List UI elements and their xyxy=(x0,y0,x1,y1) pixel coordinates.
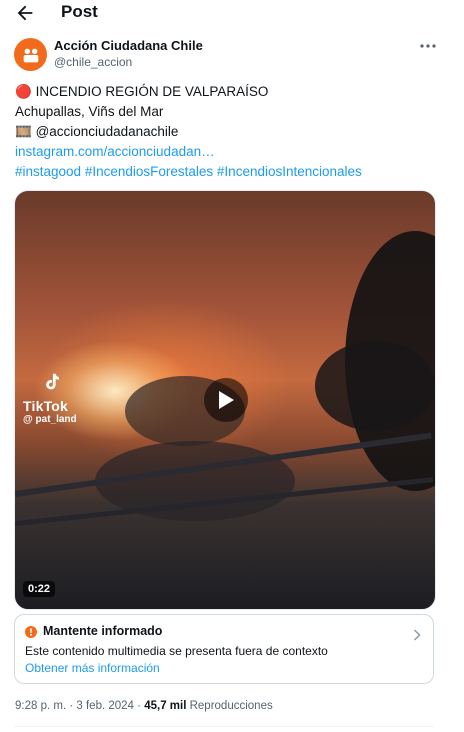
video-duration: 0:22 xyxy=(23,581,56,597)
divider xyxy=(14,726,434,727)
meta-separator: · xyxy=(137,700,141,712)
tweet-mention: @accionciudadanachile xyxy=(35,124,179,139)
author-name[interactable]: Acción Ciudadana Chile xyxy=(54,38,203,53)
video-player[interactable]: TikTok @ pat_land 0:22 xyxy=(14,190,436,610)
tiktok-label: TikTok xyxy=(23,398,69,414)
red-circle-emoji: 🔴 xyxy=(15,84,32,99)
play-button[interactable] xyxy=(204,378,248,422)
more-options-icon[interactable] xyxy=(418,38,438,54)
more-info-link[interactable]: Obtener más información xyxy=(25,661,160,675)
chevron-right-icon[interactable] xyxy=(413,629,421,641)
post-meta: 9:28 p. m. · 3 feb. 2024 · 45,7 mil Repr… xyxy=(15,700,273,712)
tweet-line-1: 🔴 INCENDIO REGIÓN DE VALPARAÍSO xyxy=(15,82,268,102)
post-time[interactable]: 9:28 p. m. xyxy=(15,700,66,712)
context-notice[interactable]: Mantente informado Este contenido multim… xyxy=(14,614,434,684)
tweet-line-2: Achupallas, Viñs del Mar xyxy=(15,104,164,119)
info-icon xyxy=(25,626,37,638)
views-label: Reproducciones xyxy=(189,700,273,712)
play-icon xyxy=(219,391,234,409)
page-title: Post xyxy=(61,2,98,21)
hashtag-instagood[interactable]: #instagood xyxy=(15,164,81,179)
notice-title: Mantente informado xyxy=(43,624,163,638)
views-count: 45,7 mil xyxy=(144,700,187,712)
camera-people-icon xyxy=(23,48,38,62)
tweet-headline: INCENDIO REGIÓN DE VALPARAÍSO xyxy=(35,84,269,99)
top-bar: Post xyxy=(0,0,464,26)
hashtag-incendios-forestales[interactable]: #IncendiosForestales xyxy=(85,164,213,179)
avatar[interactable] xyxy=(14,38,47,71)
hashtag-incendios-intencionales[interactable]: #IncendiosIntencionales xyxy=(217,164,362,179)
tiktok-user: @ pat_land xyxy=(23,414,77,425)
smoke-shape xyxy=(315,341,435,431)
tweet-link[interactable]: instagram.com/accionciudadan… xyxy=(15,142,215,162)
tweet-hashtags: #instagood #IncendiosForestales #Incendi… xyxy=(15,162,362,182)
tiktok-watermark: TikTok @ pat_land xyxy=(23,371,77,425)
author-handle[interactable]: @chile_accion xyxy=(54,55,132,69)
back-arrow-icon[interactable] xyxy=(14,2,36,24)
post-date[interactable]: 3 feb. 2024 xyxy=(76,700,134,712)
tiktok-logo-icon xyxy=(46,373,59,390)
notice-description: Este contenido multimedia se presenta fu… xyxy=(25,644,328,658)
film-frames-emoji: 🎞️ xyxy=(15,124,32,139)
meta-separator: · xyxy=(69,700,74,712)
tweet-line-3: 🎞️ @accionciudadanachile xyxy=(15,122,178,142)
